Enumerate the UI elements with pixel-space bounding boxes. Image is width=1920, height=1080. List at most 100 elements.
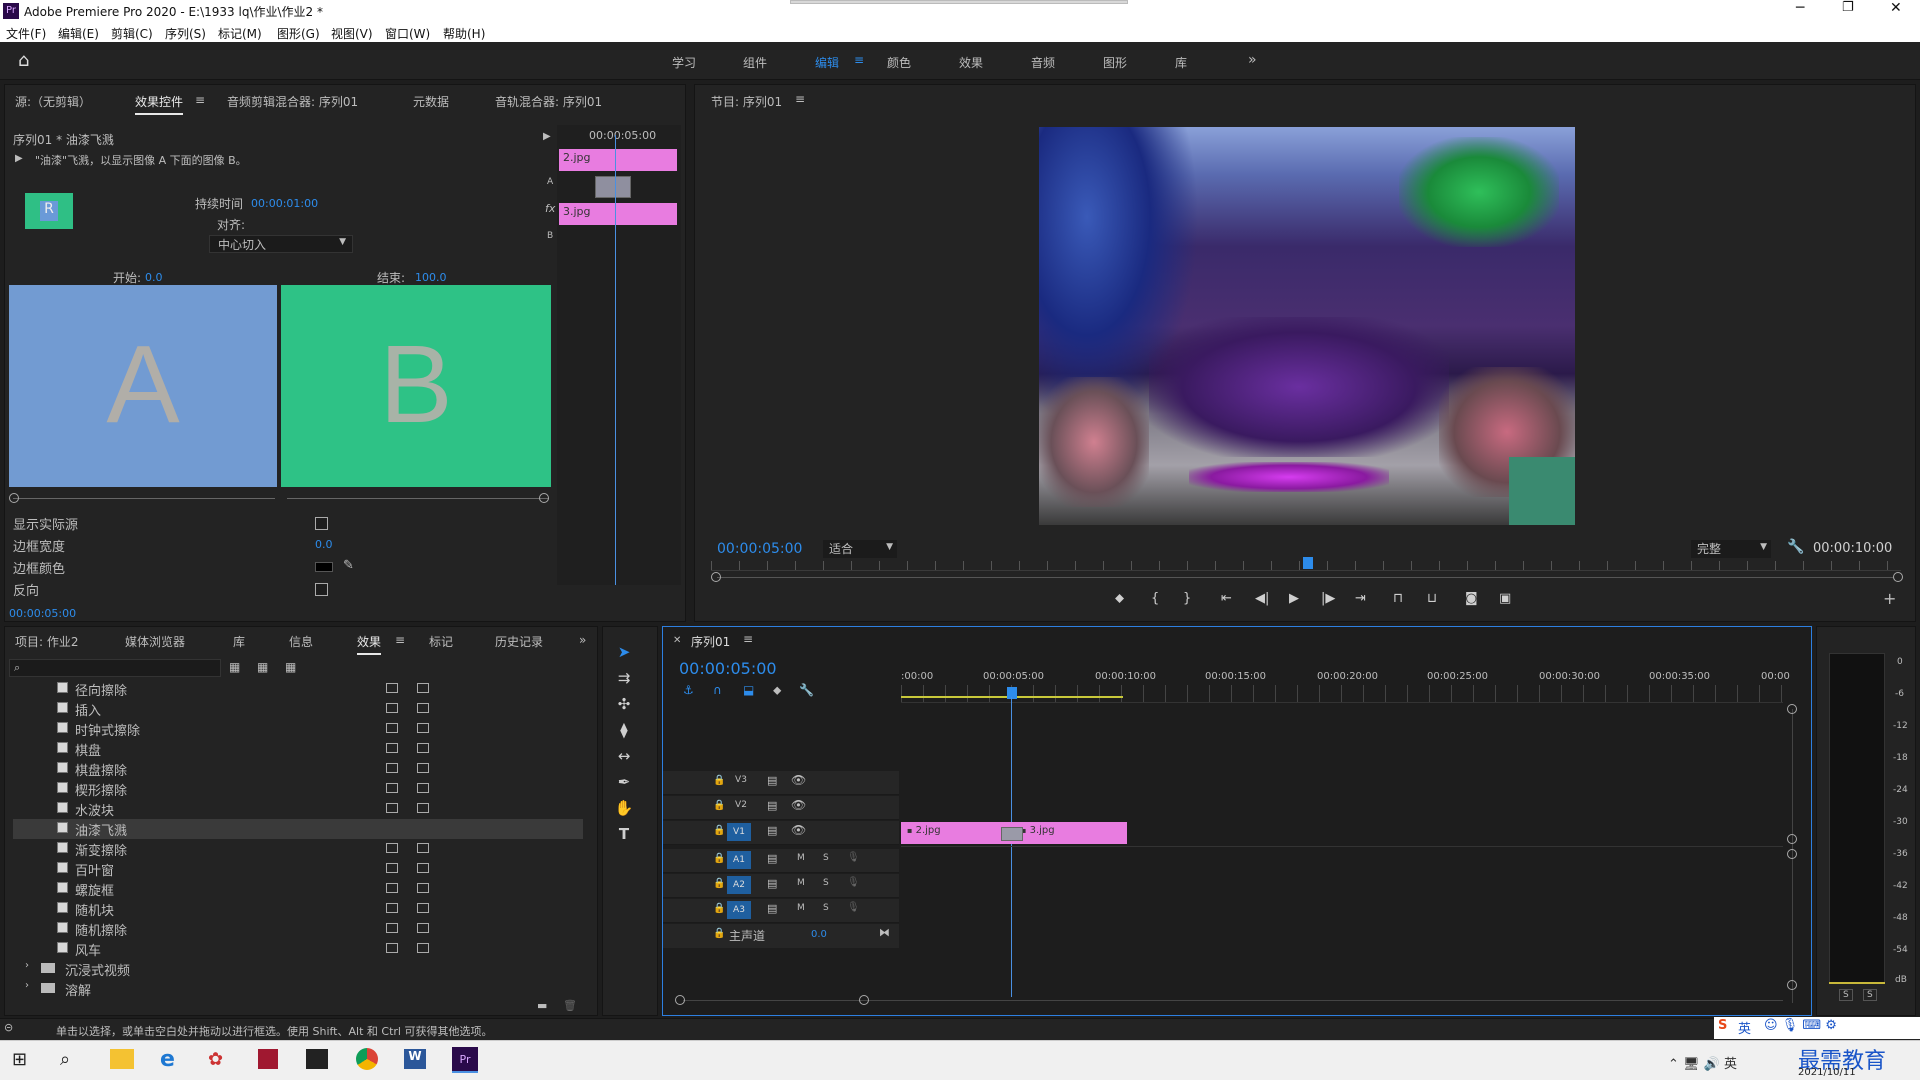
tab-info[interactable]: 信息 — [289, 633, 313, 650]
clip-3jpg[interactable]: ▪ 3.jpg — [1013, 822, 1127, 844]
hand-tool-icon[interactable]: ✋ — [613, 799, 635, 821]
align-dropdown[interactable]: 中心切入 ▼ — [209, 235, 353, 253]
v-scroll-handle-top[interactable] — [1787, 704, 1797, 714]
word-icon[interactable]: W — [404, 1049, 426, 1069]
workspace-learn[interactable]: 学习 — [672, 54, 696, 71]
border-width-value[interactable]: 0.0 — [315, 538, 333, 551]
lock-icon[interactable]: 🔒 — [713, 878, 725, 889]
menu-markers[interactable]: 标记(M) — [218, 25, 262, 42]
description-toggle-icon[interactable]: ▶ — [15, 153, 23, 164]
mute-button[interactable]: M — [797, 853, 805, 863]
32bit-effects-icon[interactable]: ▦ — [257, 660, 268, 674]
tab-effect-controls-menu-icon[interactable]: ≡ — [195, 93, 205, 107]
mic-icon[interactable]: 🎙 — [847, 877, 860, 888]
yuv-effects-icon[interactable]: ▦ — [285, 660, 296, 674]
windows-start-icon[interactable]: ⊞ — [12, 1049, 27, 1070]
master-value[interactable]: 0.0 — [811, 929, 827, 940]
eye-icon[interactable]: 👁 — [791, 773, 806, 787]
track-label[interactable]: A2 — [727, 876, 751, 894]
list-item[interactable]: 螺旋框 — [13, 879, 583, 899]
end-slider[interactable] — [287, 498, 549, 499]
timeline-playhead[interactable] — [1011, 697, 1012, 997]
step-forward-icon[interactable]: |▶ — [1321, 591, 1335, 606]
file-explorer-icon[interactable] — [110, 1049, 134, 1069]
comparison-view-icon[interactable]: ▣ — [1499, 591, 1511, 606]
list-item[interactable]: 随机块 — [13, 899, 583, 919]
v-scroll-handle-bottom[interactable] — [1787, 980, 1797, 990]
workspace-audio[interactable]: 音频 — [1031, 54, 1055, 71]
film-icon[interactable]: ▤ — [767, 852, 777, 865]
solo-right-button[interactable]: S — [1863, 989, 1877, 1001]
tab-project[interactable]: 项目: 作业2 — [15, 633, 79, 650]
list-item[interactable]: 渐变擦除 — [13, 839, 583, 859]
border-color-swatch[interactable] — [315, 562, 333, 572]
clip-a-bar[interactable]: 2.jpg — [559, 149, 677, 171]
trash-icon[interactable]: 🗑 — [563, 999, 577, 1012]
folder-item[interactable]: › 溶解 — [13, 979, 583, 999]
track-label[interactable]: A1 — [727, 851, 751, 869]
ime-toolbar[interactable]: S 英 ☺ 🎙 ⌨ ⚙ — [1714, 1017, 1920, 1039]
menu-view[interactable]: 视图(V) — [331, 25, 373, 42]
selection-tool-icon[interactable]: ➤ — [613, 643, 635, 665]
list-item[interactable]: 楔形擦除 — [13, 779, 583, 799]
pen-tool-icon[interactable]: ✒ — [613, 773, 635, 795]
razor-tool-icon[interactable]: ⧫ — [613, 721, 635, 743]
transition-bar[interactable] — [595, 176, 631, 198]
track-label[interactable]: V1 — [727, 823, 751, 841]
minimize-icon[interactable]: ─ — [1796, 0, 1804, 16]
v-scroll-handle-mid2[interactable] — [1787, 849, 1797, 859]
tab-history[interactable]: 历史记录 — [495, 633, 543, 650]
step-back-icon[interactable]: ◀| — [1255, 591, 1269, 606]
reverse-checkbox[interactable] — [315, 583, 328, 596]
nest-icon[interactable]: ⚓ — [683, 683, 694, 697]
end-slider-handle[interactable] — [539, 493, 549, 503]
slip-tool-icon[interactable]: ↔ — [613, 747, 635, 769]
track-label[interactable]: V3 — [731, 775, 751, 785]
solo-button[interactable]: S — [823, 853, 829, 863]
workspace-assembly[interactable]: 组件 — [743, 54, 767, 71]
h-scroll-handle-right[interactable] — [859, 995, 869, 1005]
edge-icon[interactable]: e — [160, 1047, 175, 1072]
tab-effect-controls[interactable]: 效果控件 — [135, 93, 184, 115]
list-item[interactable]: 径向擦除 — [13, 679, 583, 699]
h-scroll-handle-left[interactable] — [675, 995, 685, 1005]
export-frame-icon[interactable]: ◙ — [1465, 591, 1478, 606]
sequence-menu-icon[interactable]: ≡ — [743, 632, 753, 646]
add-marker-icon[interactable]: ⬥ — [1115, 591, 1124, 606]
workspace-libraries[interactable]: 库 — [1175, 54, 1187, 71]
mute-button[interactable]: M — [797, 903, 805, 913]
tab-metadata[interactable]: 元数据 — [413, 93, 449, 110]
go-to-in-icon[interactable]: ⇤ — [1221, 591, 1232, 606]
program-scroll-right[interactable] — [1893, 572, 1903, 582]
track-label[interactable]: V2 — [731, 800, 751, 810]
list-item[interactable]: 棋盘擦除 — [13, 759, 583, 779]
program-scrollbar[interactable] — [717, 577, 1893, 578]
tab-source[interactable]: 源:（无剪辑） — [15, 93, 91, 110]
ripple-edit-tool-icon[interactable]: ✣ — [613, 695, 635, 717]
search-icon[interactable]: ⌕ — [60, 1049, 70, 1070]
effects-search-input[interactable]: ⌕ — [9, 659, 221, 677]
menu-window[interactable]: 窗口(W) — [385, 25, 430, 42]
workspace-editing[interactable]: 编辑 — [815, 54, 839, 71]
new-bin-icon[interactable]: ▬ — [537, 999, 547, 1012]
workspace-effects[interactable]: 效果 — [959, 54, 983, 71]
list-item-selected[interactable]: 油漆飞溅 — [13, 819, 583, 839]
clip-2jpg[interactable]: ▪ 2.jpg — [901, 822, 1013, 844]
list-item[interactable]: 风车 — [13, 939, 583, 959]
app-icon[interactable] — [258, 1049, 278, 1069]
chrome-icon[interactable] — [356, 1048, 378, 1070]
track-label[interactable]: A3 — [727, 901, 751, 919]
menu-clip[interactable]: 剪辑(C) — [111, 25, 153, 42]
film-icon[interactable]: ▤ — [767, 799, 777, 812]
workspace-color[interactable]: 颜色 — [887, 54, 911, 71]
program-timecode[interactable]: 00:00:05:00 — [717, 541, 802, 557]
track-select-tool-icon[interactable]: ⇉ — [613, 669, 635, 691]
timeline-playhead-icon[interactable] — [1007, 687, 1017, 699]
lock-icon[interactable]: 🔒 — [713, 825, 725, 836]
lock-icon[interactable]: 🔒 — [713, 903, 725, 914]
mark-out-icon[interactable]: } — [1183, 591, 1191, 606]
add-marker-icon[interactable]: ⬥ — [773, 683, 781, 698]
eye-icon[interactable]: 👁 — [791, 798, 806, 812]
film-icon[interactable]: ▤ — [767, 824, 777, 837]
tab-media-browser[interactable]: 媒体浏览器 — [125, 633, 185, 650]
